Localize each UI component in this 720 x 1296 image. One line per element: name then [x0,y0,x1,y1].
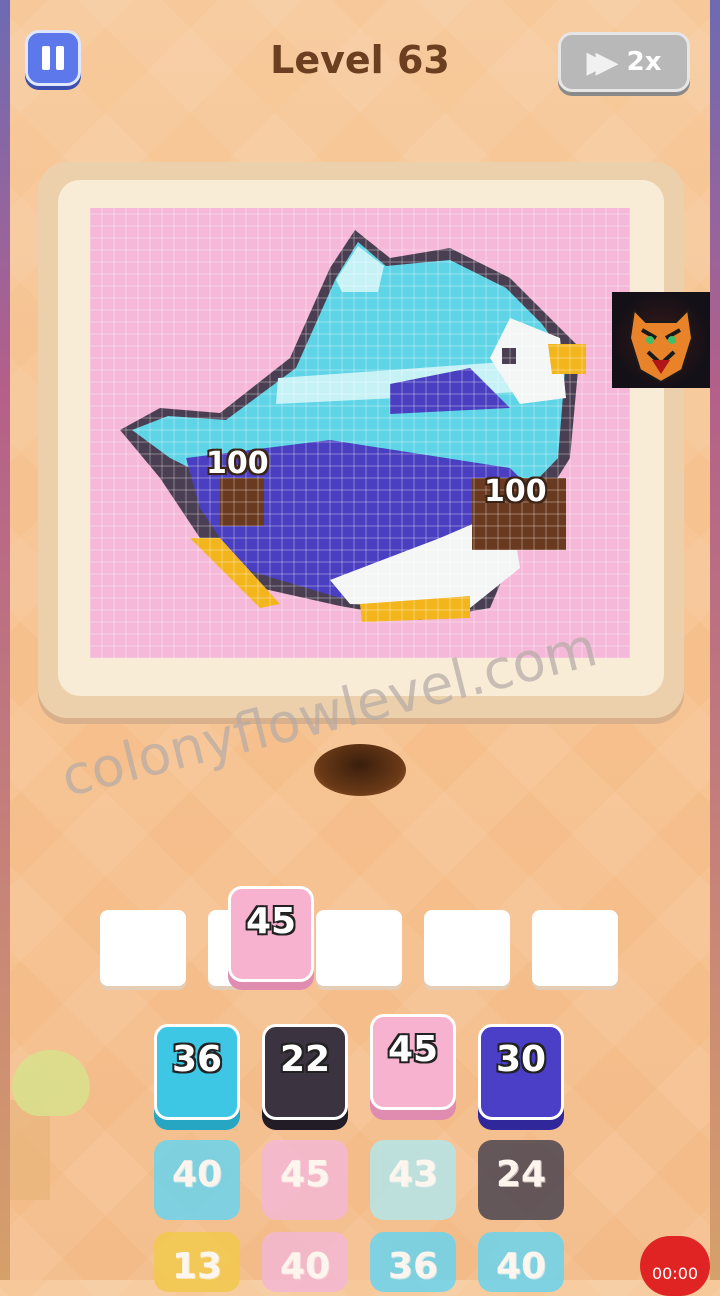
holding-slot[interactable] [424,910,510,986]
decor-ice-cream [12,1050,90,1116]
tile: 40 [478,1232,564,1292]
fast-forward-icon: ▶▶ [586,44,618,80]
bird-eye [502,348,516,364]
tile[interactable]: 45 [370,1014,456,1110]
tile: 24 [478,1140,564,1220]
tile: 13 [154,1232,240,1292]
record-timer: 00:00 [640,1236,710,1296]
tile: 40 [262,1232,348,1292]
tile[interactable]: 30 [478,1024,564,1120]
holding-slot[interactable] [316,910,402,986]
tile-drop-hole [314,744,406,796]
tiger-icon[interactable] [612,292,710,388]
speed-toggle-button[interactable]: ▶▶ 2x [558,32,690,92]
tile[interactable]: 36 [154,1024,240,1120]
holding-slot[interactable] [532,910,618,986]
chocolate-block-count: 100 [206,446,269,481]
holding-slot[interactable] [100,910,186,986]
pixel-art-board [90,208,630,658]
tile: 45 [262,1140,348,1220]
tile: 36 [370,1232,456,1292]
right-edge-strip [710,0,720,1280]
held-tile[interactable]: 45 [228,886,314,982]
tile: 40 [154,1140,240,1220]
tile: 43 [370,1140,456,1220]
chocolate-block-count: 100 [484,474,547,509]
tile[interactable]: 22 [262,1024,348,1120]
speed-label: 2x [626,47,662,77]
left-edge-strip [0,0,10,1280]
